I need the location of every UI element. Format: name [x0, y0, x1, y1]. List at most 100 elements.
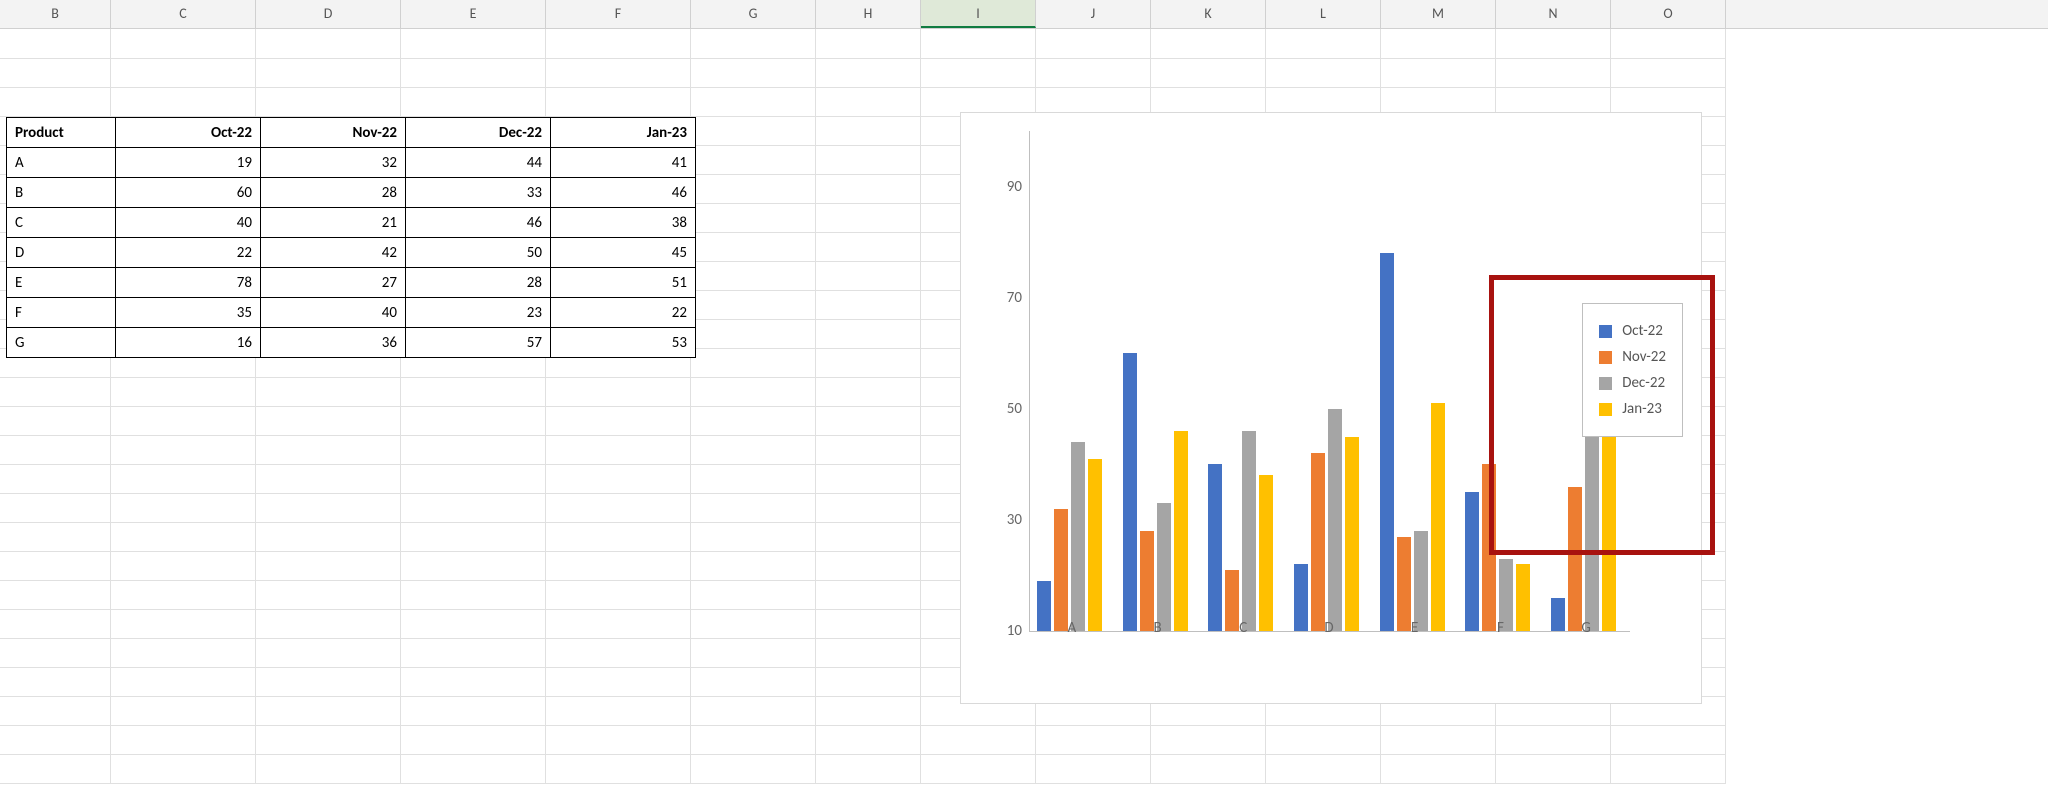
cell[interactable]: [691, 261, 816, 291]
value-cell[interactable]: 53: [551, 328, 696, 358]
cell[interactable]: [1381, 29, 1496, 59]
cell[interactable]: [256, 580, 401, 610]
bar[interactable]: [1568, 487, 1582, 631]
cell[interactable]: [0, 58, 111, 88]
cell[interactable]: [691, 464, 816, 494]
cell[interactable]: [816, 580, 921, 610]
value-cell[interactable]: 22: [116, 238, 261, 268]
cell[interactable]: [816, 435, 921, 465]
col-header-N[interactable]: N: [1496, 0, 1611, 28]
cell[interactable]: [1266, 754, 1381, 784]
cell[interactable]: [0, 667, 111, 697]
cell[interactable]: [816, 638, 921, 668]
cell[interactable]: [111, 522, 256, 552]
cell[interactable]: [401, 464, 546, 494]
cell[interactable]: [401, 377, 546, 407]
cell[interactable]: [691, 580, 816, 610]
chart[interactable]: 1030507090 Oct-22Nov-22Dec-22Jan-23 ABCD…: [960, 112, 1702, 704]
bar[interactable]: [1380, 253, 1394, 631]
col-header-J[interactable]: J: [1036, 0, 1151, 28]
product-cell[interactable]: F: [7, 298, 116, 328]
cell[interactable]: [401, 29, 546, 59]
cell[interactable]: [691, 551, 816, 581]
bar[interactable]: [1311, 453, 1325, 631]
cell[interactable]: [0, 638, 111, 668]
bar[interactable]: [1157, 503, 1171, 631]
cell[interactable]: [546, 58, 691, 88]
col-header-F[interactable]: F: [546, 0, 691, 28]
legend-item[interactable]: Jan-23: [1599, 400, 1666, 418]
cell[interactable]: [256, 551, 401, 581]
value-cell[interactable]: 44: [406, 148, 551, 178]
cell[interactable]: [111, 435, 256, 465]
cell[interactable]: [816, 348, 921, 378]
cell[interactable]: [401, 406, 546, 436]
cell[interactable]: [546, 725, 691, 755]
cell[interactable]: [691, 638, 816, 668]
cell[interactable]: [1036, 29, 1151, 59]
cell[interactable]: [0, 551, 111, 581]
cell[interactable]: [401, 667, 546, 697]
value-cell[interactable]: 57: [406, 328, 551, 358]
cell[interactable]: [111, 754, 256, 784]
cell[interactable]: [816, 464, 921, 494]
value-cell[interactable]: 38: [551, 208, 696, 238]
bar[interactable]: [1054, 509, 1068, 631]
table-row[interactable]: E78272851: [7, 268, 696, 298]
cell[interactable]: [691, 290, 816, 320]
table-header[interactable]: Jan-23: [551, 118, 696, 148]
cell[interactable]: [0, 522, 111, 552]
cell[interactable]: [111, 638, 256, 668]
cell[interactable]: [401, 638, 546, 668]
value-cell[interactable]: 19: [116, 148, 261, 178]
cell[interactable]: [0, 435, 111, 465]
cell[interactable]: [691, 319, 816, 349]
cell[interactable]: [256, 87, 401, 117]
value-cell[interactable]: 22: [551, 298, 696, 328]
cell[interactable]: [0, 377, 111, 407]
bar[interactable]: [1242, 431, 1256, 631]
cell[interactable]: [546, 580, 691, 610]
product-cell[interactable]: E: [7, 268, 116, 298]
cell[interactable]: [691, 667, 816, 697]
cell[interactable]: [816, 493, 921, 523]
cell[interactable]: [1381, 754, 1496, 784]
table-header[interactable]: Oct-22: [116, 118, 261, 148]
col-header-H[interactable]: H: [816, 0, 921, 28]
table-header[interactable]: Product: [7, 118, 116, 148]
bar[interactable]: [1414, 531, 1428, 631]
bar[interactable]: [1465, 492, 1479, 631]
cell[interactable]: [256, 725, 401, 755]
cell[interactable]: [816, 174, 921, 204]
value-cell[interactable]: 33: [406, 178, 551, 208]
col-header-O[interactable]: O: [1611, 0, 1726, 28]
cell[interactable]: [111, 377, 256, 407]
cell[interactable]: [0, 725, 111, 755]
value-cell[interactable]: 45: [551, 238, 696, 268]
cell[interactable]: [691, 145, 816, 175]
cell[interactable]: [691, 493, 816, 523]
cell[interactable]: [256, 464, 401, 494]
cell[interactable]: [691, 232, 816, 262]
cell[interactable]: [111, 580, 256, 610]
cell[interactable]: [0, 464, 111, 494]
product-cell[interactable]: B: [7, 178, 116, 208]
table-row[interactable]: B60283346: [7, 178, 696, 208]
cell[interactable]: [1611, 29, 1726, 59]
cell[interactable]: [546, 638, 691, 668]
cell[interactable]: [401, 87, 546, 117]
value-cell[interactable]: 46: [406, 208, 551, 238]
cell[interactable]: [111, 58, 256, 88]
table-row[interactable]: A19324441: [7, 148, 696, 178]
cell[interactable]: [111, 667, 256, 697]
cell[interactable]: [546, 551, 691, 581]
bar[interactable]: [1174, 431, 1188, 631]
col-header-I[interactable]: I: [921, 0, 1036, 28]
value-cell[interactable]: 28: [261, 178, 406, 208]
cell[interactable]: [816, 725, 921, 755]
cell[interactable]: [1036, 725, 1151, 755]
col-header-M[interactable]: M: [1381, 0, 1496, 28]
cell[interactable]: [1036, 754, 1151, 784]
cell[interactable]: [0, 87, 111, 117]
table-header[interactable]: Dec-22: [406, 118, 551, 148]
